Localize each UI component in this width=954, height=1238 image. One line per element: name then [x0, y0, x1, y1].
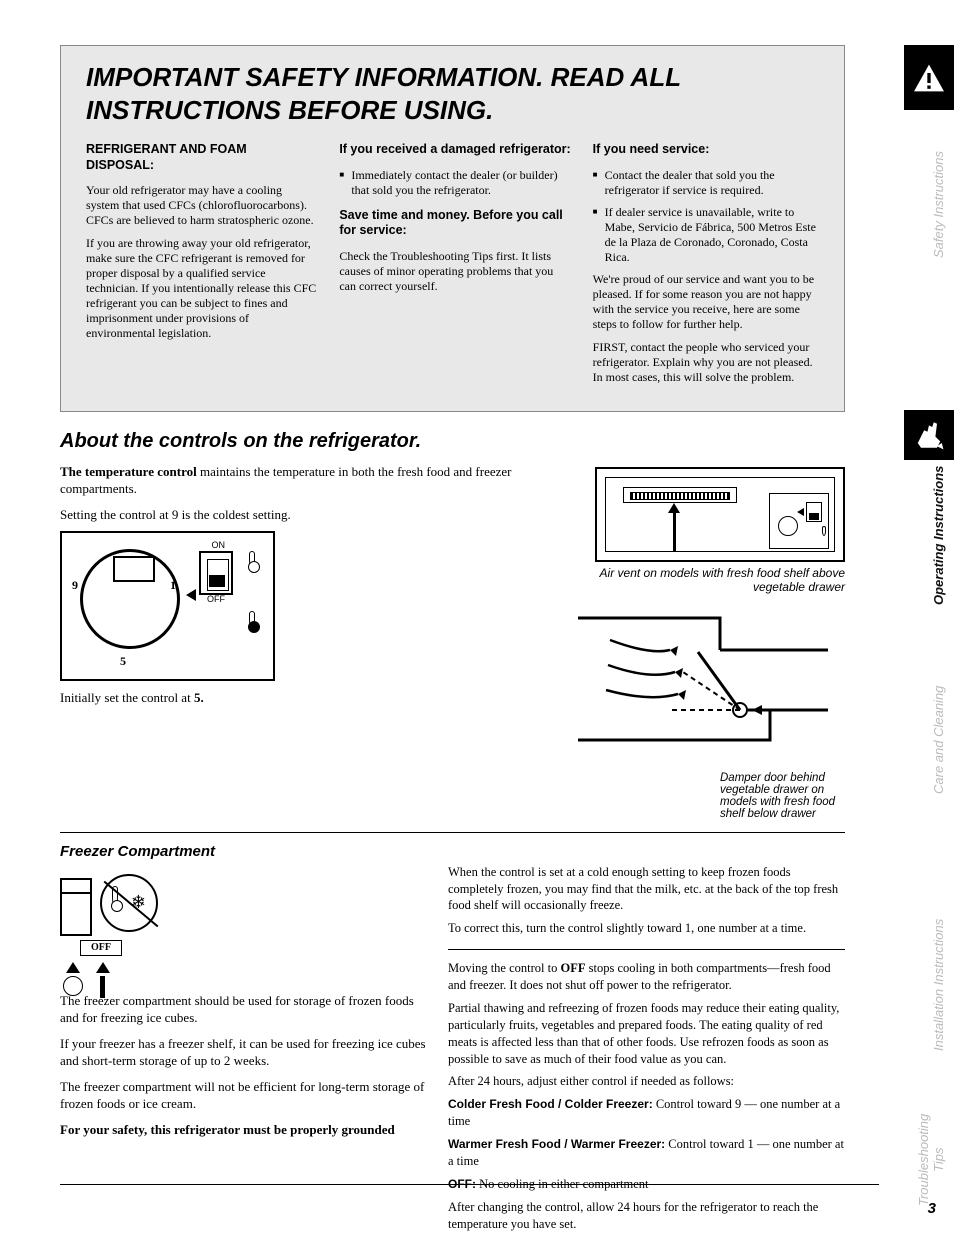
freezer-item-1: Colder Fresh Food / Colder Freezer: Cont…: [448, 1096, 845, 1130]
freezer-p2: If your freezer has a freezer shelf, it …: [60, 1035, 430, 1070]
freezer-p3: The freezer compartment will not be effi…: [60, 1078, 430, 1113]
vent-icon: [623, 487, 737, 503]
freezer-left-col: ❄ OFF The freezer compartment should be …: [60, 864, 430, 1147]
dial-label-1: 1: [170, 577, 176, 593]
dial-label-5: 5: [120, 653, 126, 669]
service-item-2: If dealer service is unavailable, write …: [593, 205, 824, 265]
freezer-symbol-icon: ❄ OFF: [60, 864, 180, 984]
controls-title: About the controls on the refrigerator.: [60, 430, 845, 453]
vent-figure: [595, 467, 845, 562]
switch-on-label: ON: [212, 539, 226, 551]
thermometer-cold-icon: [249, 551, 255, 569]
safety-col-3: If you need service: Contact the dealer …: [593, 142, 824, 393]
dial-icon: [80, 549, 180, 649]
vent-caption: Air vent on models with fresh food shelf…: [595, 566, 845, 594]
dial-figure: 9 5 1 ON OFF: [60, 531, 275, 681]
damaged-lead: If you received a damaged refrigerator:: [339, 142, 570, 158]
controls-p3: Initially set the control at 5.: [60, 689, 522, 707]
service-note-2: FIRST, contact the people who serviced y…: [593, 340, 824, 385]
switch-off-label: OFF: [207, 593, 225, 605]
controls-left-col: The temperature control maintains the te…: [60, 463, 522, 715]
save-lead: Save time and money. Before you call for…: [339, 208, 570, 239]
cfc-body-1: Your old refrigerator may have a cooling…: [86, 183, 317, 228]
damper-figure: [570, 610, 830, 770]
freezer-right-p1: When the control is set at a cold enough…: [448, 864, 845, 915]
dial-pointer-icon: [186, 589, 196, 601]
freezer-list-intro: After 24 hours, adjust either control if…: [448, 1073, 845, 1090]
freezer-p4: For your safety, this refrigerator must …: [60, 1121, 430, 1139]
freezer-p5: After changing the control, allow 24 hou…: [448, 1199, 845, 1233]
freezer-right-p2: To correct this, turn the control slight…: [448, 920, 845, 937]
safety-col-2: If you received a damaged refrigerator: …: [339, 142, 570, 393]
controls-right-col: Air vent on models with fresh food shelf…: [540, 463, 845, 820]
controls-p1: The temperature control maintains the te…: [60, 463, 522, 498]
service-item-1: Contact the dealer that sold you the ref…: [593, 168, 824, 198]
section-divider: [60, 832, 845, 833]
inner-divider: [448, 949, 845, 950]
safety-info-box: IMPORTANT SAFETY INFORMATION. READ ALL I…: [60, 45, 845, 412]
freezer-right-p3: Moving the control to OFF stops cooling …: [448, 960, 845, 994]
cfc-body-2: If you are throwing away your old refrig…: [86, 236, 317, 341]
freezer-p1: The freezer compartment should be used f…: [60, 992, 430, 1027]
damper-caption: Damper door behind vegetable drawer on m…: [720, 772, 840, 820]
save-body: Check the Troubleshooting Tips first. It…: [339, 249, 570, 294]
service-lead: If you need service:: [593, 142, 824, 158]
dial-label-9: 9: [72, 577, 78, 593]
thermometer-warm-icon: [249, 611, 255, 629]
safety-heading: IMPORTANT SAFETY INFORMATION. READ ALL I…: [86, 61, 824, 126]
safety-col-1: REFRIGERANT AND FOAM DISPOSAL: Your old …: [86, 142, 317, 393]
footer-rule: [60, 1184, 879, 1185]
service-note-1: We're proud of our service and want you …: [593, 272, 824, 332]
damaged-item: Immediately contact the dealer (or build…: [339, 168, 570, 198]
switch-icon: [199, 551, 233, 595]
control-panel-icon: [769, 493, 829, 549]
vent-arrow-icon: [673, 511, 676, 551]
freezer-right-col: When the control is set at a cold enough…: [448, 864, 845, 1238]
freezer-title: Freezer Compartment: [60, 843, 845, 860]
controls-p2: Setting the control at 9 is the coldest …: [60, 506, 522, 524]
freezer-item-2: Warmer Fresh Food / Warmer Freezer: Cont…: [448, 1136, 845, 1170]
freezer-right-p4: Partial thawing and refreezing of frozen…: [448, 1000, 845, 1068]
cfc-title: REFRIGERANT AND FOAM DISPOSAL:: [86, 142, 317, 173]
freezer-off-label: OFF: [80, 940, 122, 956]
page-number: 3: [928, 1200, 936, 1217]
